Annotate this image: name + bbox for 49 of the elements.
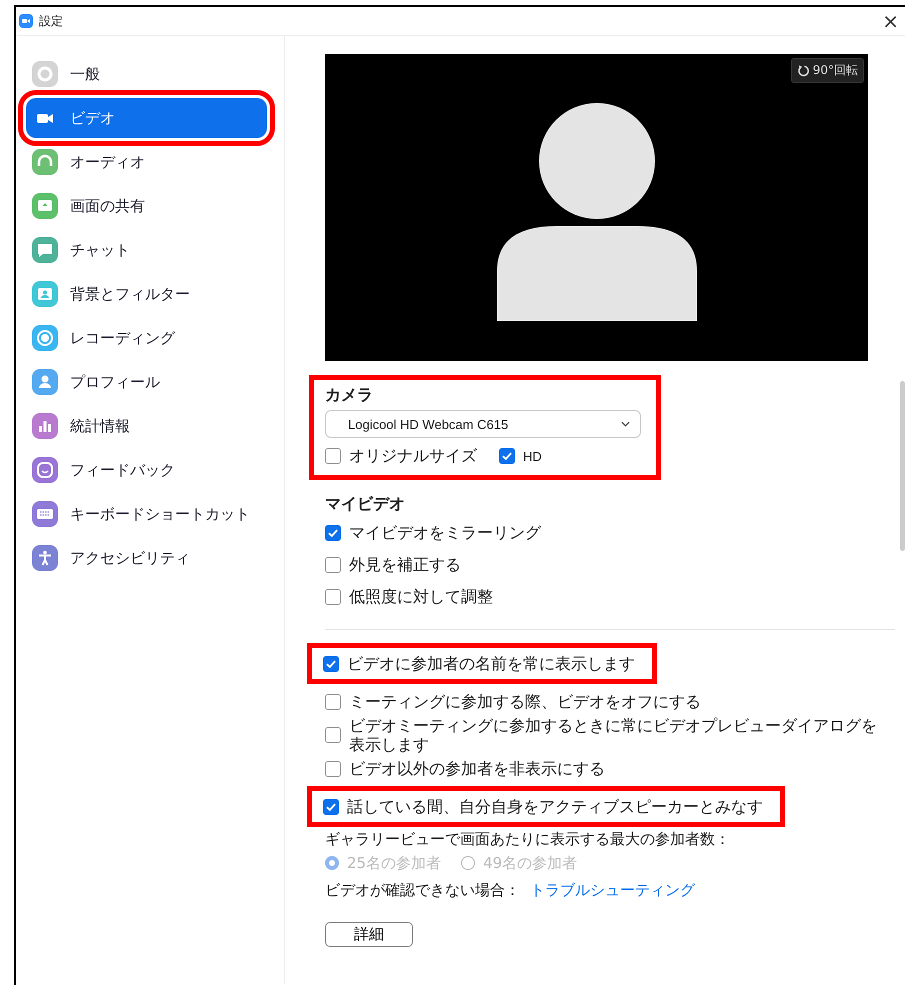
close-button[interactable]: ×	[878, 9, 903, 33]
checkbox[interactable]	[325, 694, 341, 710]
sidebar-item[interactable]: ビデオ	[26, 98, 267, 138]
sidebar-item[interactable]: 一般	[26, 54, 267, 94]
details-button[interactable]: 詳細	[325, 922, 413, 948]
checkbox[interactable]	[323, 656, 339, 672]
checkbox[interactable]	[325, 589, 341, 605]
app-logo-icon	[19, 14, 33, 28]
avatar-silhouette-icon	[496, 101, 696, 321]
checkbox[interactable]	[325, 525, 341, 541]
rotate-button[interactable]: 90°回転	[790, 58, 864, 83]
section-heading: マイビデオ	[325, 494, 405, 515]
checkbox-label: ビデオミーティングに参加するときに常にビデオプレビューダイアログを表示します	[349, 716, 878, 754]
camera-dropdown[interactable]: Logicool HD Webcam C615	[325, 410, 641, 438]
checkbox[interactable]	[325, 448, 341, 464]
checkbox[interactable]	[325, 557, 341, 573]
checkbox-label: マイビデオをミラーリング	[349, 522, 541, 544]
checkbox[interactable]	[325, 727, 341, 744]
checkbox-label: ビデオに参加者の名前を常に表示します	[347, 654, 635, 674]
checkbox-label: HD	[523, 448, 542, 464]
checkbox-label: 低照度に対して調整	[349, 586, 493, 608]
sidebar-item[interactable]: アクセシビリティ	[26, 538, 267, 578]
sidebar-item[interactable]: 統計情報	[26, 406, 267, 446]
checkbox-label: 話している間、自分自身をアクティブスピーカーとみなす	[347, 797, 763, 816]
sidebar-item[interactable]: オーディオ	[26, 142, 267, 182]
sidebar-item[interactable]: レコーディング	[26, 318, 267, 358]
chevron-down-icon	[621, 421, 630, 427]
sidebar-item[interactable]: フィードバック	[26, 450, 267, 490]
sidebar-item[interactable]: チャット	[26, 230, 267, 270]
checkbox-label: ビデオ以外の参加者を非表示にする	[349, 759, 605, 778]
radio-label: 25名の参加者	[347, 854, 442, 873]
gallery-label: ギャラリービューで画面あたりに表示する最大の参加者数：	[325, 830, 730, 850]
checkbox-label: 外見を補正する	[349, 554, 461, 576]
sidebar-item[interactable]: キーボードショートカット	[26, 494, 267, 534]
sidebar-item[interactable]: プロフィール	[26, 362, 267, 402]
troubleshoot-label: ビデオが確認できない場合：	[325, 881, 520, 900]
checkbox[interactable]	[499, 448, 515, 464]
rotate-icon	[796, 64, 810, 77]
checkbox[interactable]	[323, 798, 339, 815]
troubleshooting-link[interactable]: トラブルシューティング	[530, 881, 695, 900]
sidebar-item[interactable]: 背景とフィルター	[26, 274, 267, 314]
section-heading: カメラ	[325, 385, 374, 406]
checkbox-label: オリジナルサイズ	[349, 446, 477, 466]
scrollbar-thumb[interactable]	[900, 381, 905, 551]
window-title: 設定	[39, 12, 63, 30]
sidebar-item[interactable]: 画面の共有	[26, 186, 267, 226]
checkbox-label: ミーティングに参加する際、ビデオをオフにする	[349, 692, 701, 712]
checkbox[interactable]	[325, 760, 341, 777]
radio-label: 49名の参加者	[483, 854, 578, 873]
